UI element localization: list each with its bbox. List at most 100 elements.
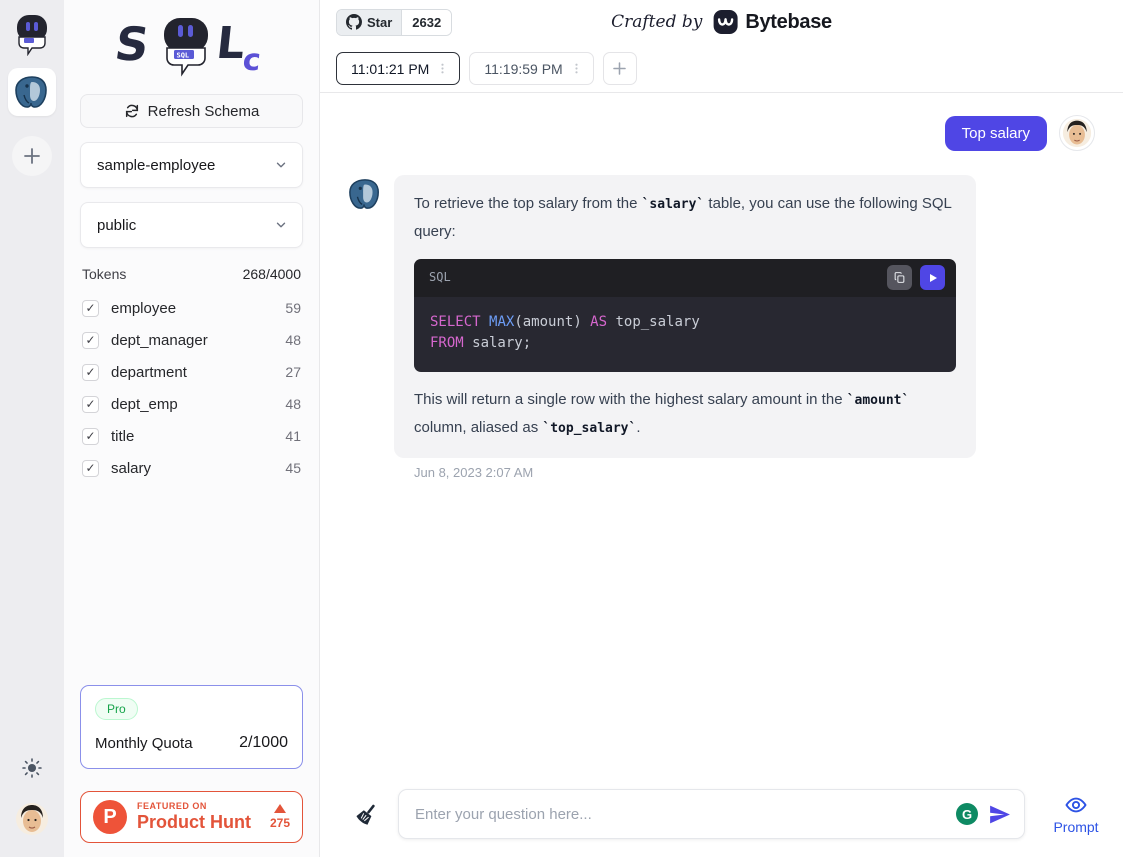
kebab-menu-icon[interactable] (570, 62, 583, 75)
send-button[interactable] (987, 802, 1012, 827)
assistant-text: . (636, 419, 640, 436)
table-checkbox[interactable] (82, 364, 99, 381)
conversation-tabbar: 11:01:21 PM 11:19:59 PM (320, 44, 1123, 93)
product-hunt-featured-label: FEATURED ON (137, 801, 260, 811)
bytebase-logo-icon (712, 9, 738, 35)
inline-code: `top_salary` (542, 421, 636, 436)
message-timestamp: Jun 8, 2023 2:07 AM (414, 465, 1095, 480)
table-row: salary 45 (80, 452, 303, 484)
product-hunt-name: Product Hunt (137, 812, 260, 833)
inline-code: `amount` (847, 393, 910, 408)
plus-icon (611, 60, 628, 77)
new-conversation-button[interactable] (603, 52, 637, 85)
play-icon (927, 272, 939, 284)
table-name: department (111, 364, 285, 381)
svg-text:c: c (241, 43, 262, 78)
sql-keyword: FROM (430, 335, 464, 351)
connection-rail (0, 0, 64, 857)
table-name: employee (111, 300, 285, 317)
plus-icon (22, 146, 42, 166)
chevron-down-icon (274, 218, 288, 232)
table-token-count: 48 (285, 332, 301, 348)
product-hunt-vote-count: 275 (270, 816, 290, 830)
question-input-container (398, 789, 1025, 839)
connection-item-postgres[interactable] (8, 68, 56, 116)
assistant-message-row: To retrieve the top salary from the `sal… (348, 175, 1095, 458)
github-star-button[interactable]: Star 2632 (336, 9, 452, 36)
user-message-row: Top salary (348, 115, 1095, 151)
table-token-count: 41 (285, 428, 301, 444)
composer: Prompt (320, 775, 1123, 857)
quota-value: 2/1000 (239, 734, 288, 752)
conversation-tab[interactable]: 11:01:21 PM (336, 52, 460, 85)
table-row: dept_emp 48 (80, 388, 303, 420)
pro-badge: Pro (95, 698, 138, 720)
table-row: employee 59 (80, 292, 303, 324)
postgresql-avatar-icon (348, 177, 382, 211)
chat-scroll-area[interactable]: Top salary (320, 93, 1123, 775)
grammarly-icon[interactable] (956, 803, 978, 825)
run-query-button[interactable] (920, 265, 945, 290)
product-hunt-icon (93, 800, 127, 834)
clear-conversation-broom-icon[interactable] (354, 801, 380, 827)
table-checkbox[interactable] (82, 428, 99, 445)
sql-keyword: AS (590, 314, 607, 330)
table-checkbox[interactable] (82, 396, 99, 413)
sql-code-block: SQL (414, 259, 956, 372)
table-row: title 41 (80, 420, 303, 452)
quota-label: Monthly Quota (95, 735, 193, 752)
assistant-message-bubble: To retrieve the top salary from the `sal… (394, 175, 976, 458)
prompt-button[interactable]: Prompt (1043, 793, 1109, 835)
main-panel: Star 2632 Crafted by Bytebase 11:01:21 P… (320, 0, 1123, 857)
refresh-schema-label: Refresh Schema (148, 103, 260, 120)
sun-icon (21, 757, 43, 779)
tokens-label: Tokens (82, 266, 126, 282)
copy-code-button[interactable] (887, 265, 912, 290)
eye-icon (1064, 793, 1088, 817)
sql-chat-app: S SQL L c Refresh Schema sa (0, 0, 1123, 857)
table-checkbox[interactable] (82, 460, 99, 477)
user-avatar[interactable] (15, 802, 49, 841)
sqlchat-bot-avatar[interactable] (8, 10, 56, 58)
code-block-header: SQL (414, 259, 956, 297)
question-input[interactable] (415, 806, 956, 823)
connection-select-value: sample-employee (97, 157, 215, 174)
conversation-tab-label: 11:19:59 PM (484, 61, 562, 77)
tokens-value: 268/4000 (243, 266, 301, 282)
table-name: dept_emp (111, 396, 285, 413)
sql-text: salary; (464, 335, 531, 351)
connection-select[interactable]: sample-employee (80, 142, 303, 188)
quota-card: Pro Monthly Quota 2/1000 (80, 685, 303, 769)
sql-keyword: SELECT (430, 314, 489, 330)
user-avatar (1059, 115, 1095, 151)
product-hunt-badge[interactable]: FEATURED ON Product Hunt 275 (80, 791, 303, 843)
prompt-button-label: Prompt (1053, 819, 1098, 835)
refresh-schema-button[interactable]: Refresh Schema (80, 94, 303, 128)
refresh-icon (124, 103, 140, 119)
topbar: Star 2632 Crafted by Bytebase (320, 0, 1123, 44)
conversation-tab[interactable]: 11:19:59 PM (469, 52, 593, 85)
copy-icon (893, 271, 906, 284)
theme-toggle-button[interactable] (21, 757, 43, 784)
table-checkbox[interactable] (82, 300, 99, 317)
chevron-down-icon (274, 158, 288, 172)
kebab-menu-icon[interactable] (436, 62, 449, 75)
table-name: salary (111, 460, 285, 477)
upvote-triangle-icon (274, 804, 286, 813)
add-connection-button[interactable] (12, 136, 52, 176)
send-icon (987, 802, 1012, 827)
crafted-by-brand[interactable]: Crafted by Bytebase (611, 9, 832, 35)
table-token-count: 27 (285, 364, 301, 380)
user-message-bubble: Top salary (945, 116, 1047, 151)
table-name: dept_manager (111, 332, 285, 349)
assistant-text: To retrieve the top salary from the (414, 195, 642, 212)
schema-select[interactable]: public (80, 202, 303, 248)
table-token-count: 48 (285, 396, 301, 412)
code-content: SELECT MAX(amount) AS top_salary FROM sa… (414, 297, 956, 372)
table-checkbox[interactable] (82, 332, 99, 349)
product-hunt-votes: 275 (270, 804, 290, 830)
sql-text: top_salary (607, 314, 700, 330)
table-token-count: 59 (285, 300, 301, 316)
crafted-by-label: Crafted by (611, 12, 702, 32)
tokens-row: Tokens 268/4000 (82, 266, 301, 282)
